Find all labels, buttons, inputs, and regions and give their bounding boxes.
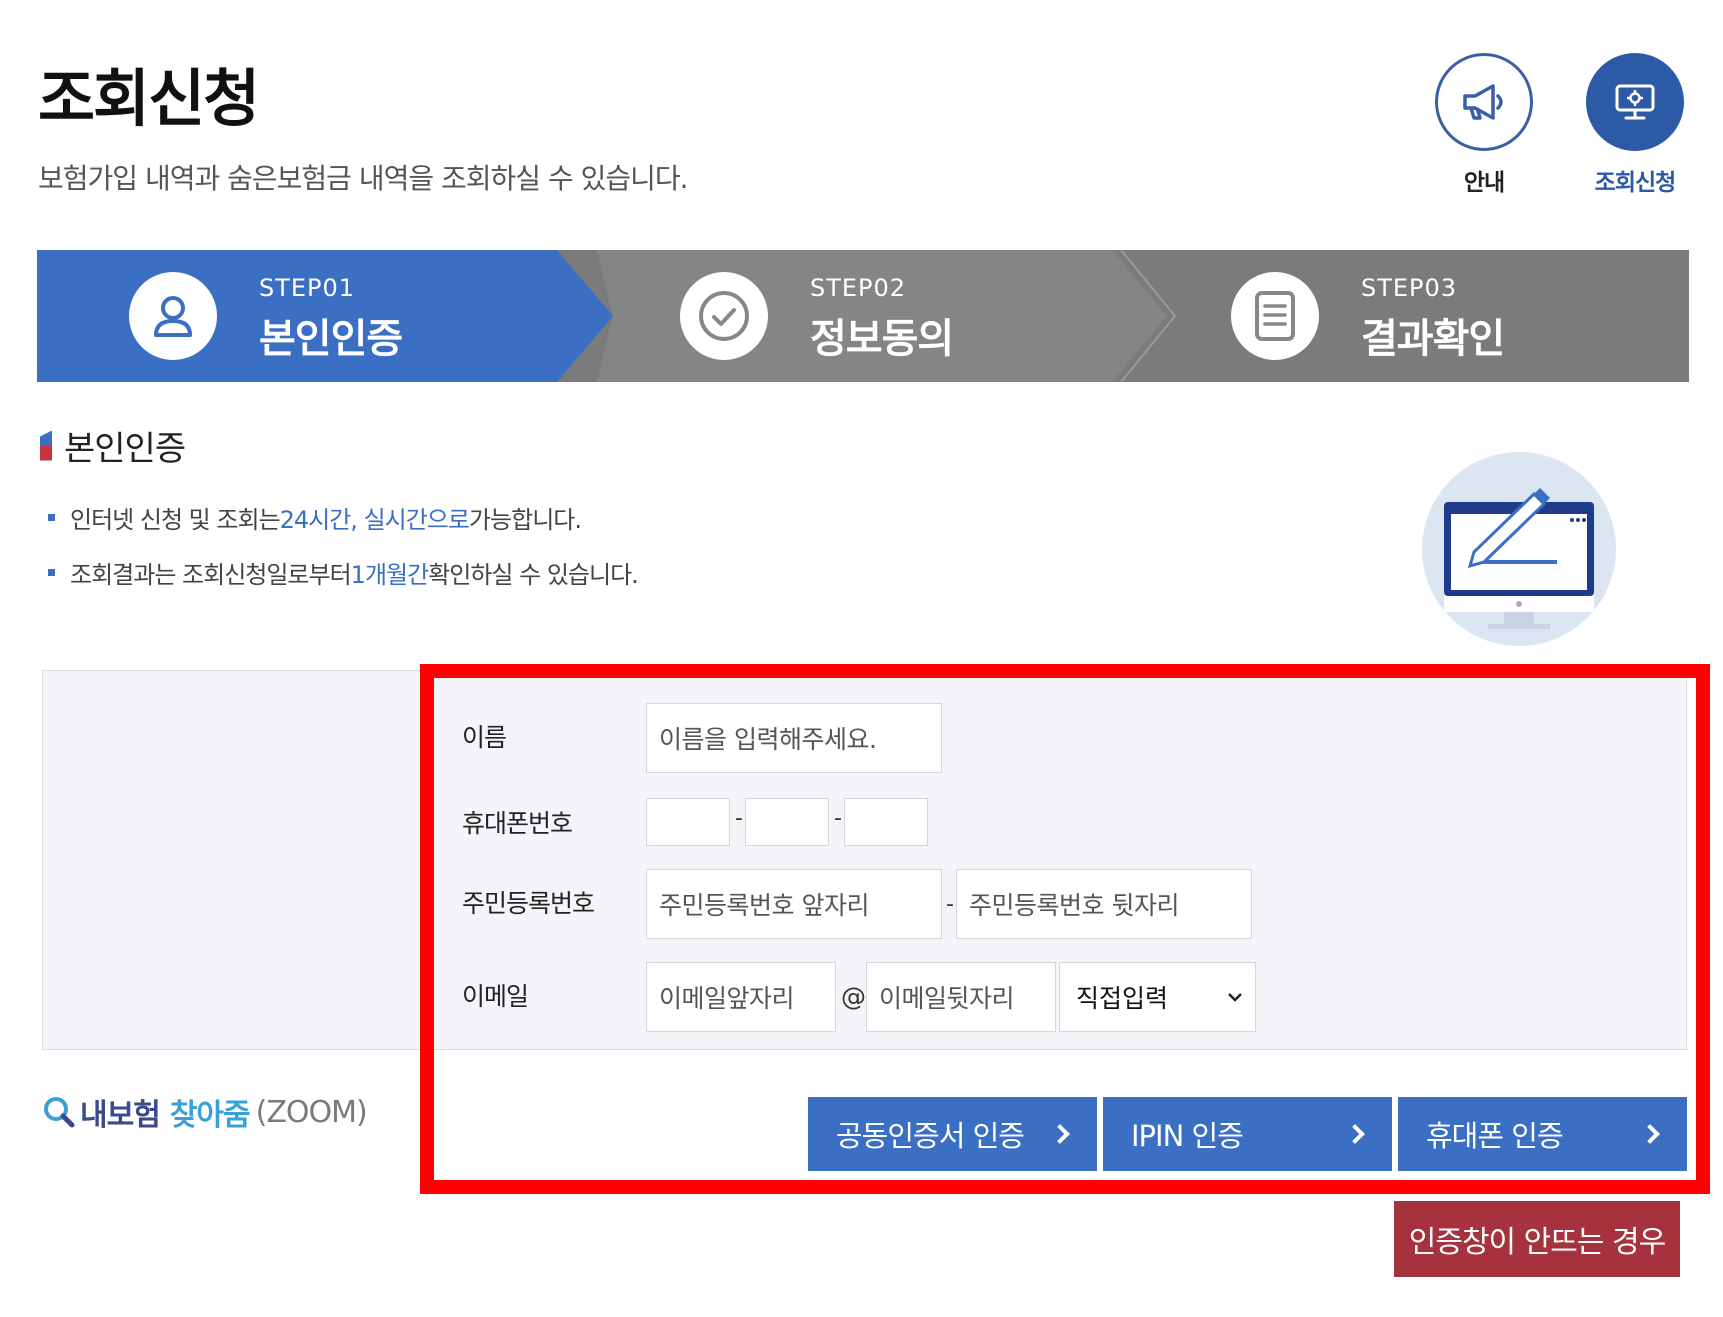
section-heading: 본인인증 <box>40 421 186 470</box>
guide-nav-button[interactable] <box>1435 53 1533 151</box>
step2-name: 정보동의 <box>810 316 954 362</box>
step1-number: STEP01 <box>259 274 356 302</box>
monitor-pen-icon <box>1444 488 1594 629</box>
step3-number: STEP03 <box>1361 274 1458 302</box>
step2-number: STEP02 <box>810 274 907 302</box>
bullet-text: 조회결과는 조회신청일로부터 <box>70 561 352 589</box>
page-subtitle: 보험가입 내역과 숨은보험금 내역을 조회하실 수 있습니다. <box>38 162 689 195</box>
computer-illustration <box>1422 452 1616 646</box>
zoom-logo: 내보험 찾아줌 (ZOOM) <box>42 1090 368 1134</box>
page-title: 조회신청 <box>38 62 260 135</box>
logo-part-2: 찾아줌 <box>169 1098 251 1133</box>
step2-circle <box>680 272 768 360</box>
info-bullets: 인터넷 신청 및 조회는 24시간, 실시간으로 가능합니다. 조회결과는 조회… <box>48 500 639 610</box>
step-divider <box>1120 250 1177 382</box>
bullet-highlight: 24시간, 실시간으로 <box>279 506 470 534</box>
magnifier-icon <box>44 1097 75 1128</box>
bullet-dot <box>48 514 55 521</box>
bullet-text: 인터넷 신청 및 조회는 <box>70 506 281 534</box>
info-bullet: 인터넷 신청 및 조회는 24시간, 실시간으로 가능합니다. <box>48 500 638 535</box>
bullet-text: 확인하실 수 있습니다. <box>428 561 639 589</box>
logo-part-3: (ZOOM) <box>255 1094 368 1130</box>
apply-nav-button[interactable] <box>1586 53 1684 151</box>
step3-circle <box>1231 272 1319 360</box>
monitor-settings-icon <box>1615 84 1655 120</box>
section-title: 본인인증 <box>64 429 186 469</box>
info-bullet: 조회결과는 조회신청일로부터 1개월간 확인하실 수 있습니다. <box>48 555 639 590</box>
step1-name: 본인인증 <box>259 316 403 362</box>
bullet-dot <box>48 569 55 576</box>
step1-circle <box>129 272 217 360</box>
bullet-highlight: 1개월간 <box>350 561 430 589</box>
logo-part-1: 내보험 <box>80 1098 161 1133</box>
check-circle-icon <box>699 291 749 341</box>
megaphone-icon <box>1463 84 1503 120</box>
bullet-text: 가능합니다. <box>468 506 582 534</box>
guide-nav-label[interactable]: 안내 <box>1414 163 1554 197</box>
step3-name: 결과확인 <box>1361 316 1505 362</box>
user-icon <box>154 296 192 337</box>
step-progress-bar: STEP01 본인인증 STEP02 정보동의 STEP03 결과확인 <box>37 250 1689 382</box>
auth-popup-help-button[interactable]: 인증창이 안뜨는 경우 <box>1394 1201 1680 1277</box>
apply-nav-label[interactable]: 조회신청 <box>1565 163 1705 197</box>
section-marker <box>40 430 52 461</box>
document-icon <box>1255 291 1295 341</box>
highlight-annotation <box>420 664 1710 1194</box>
